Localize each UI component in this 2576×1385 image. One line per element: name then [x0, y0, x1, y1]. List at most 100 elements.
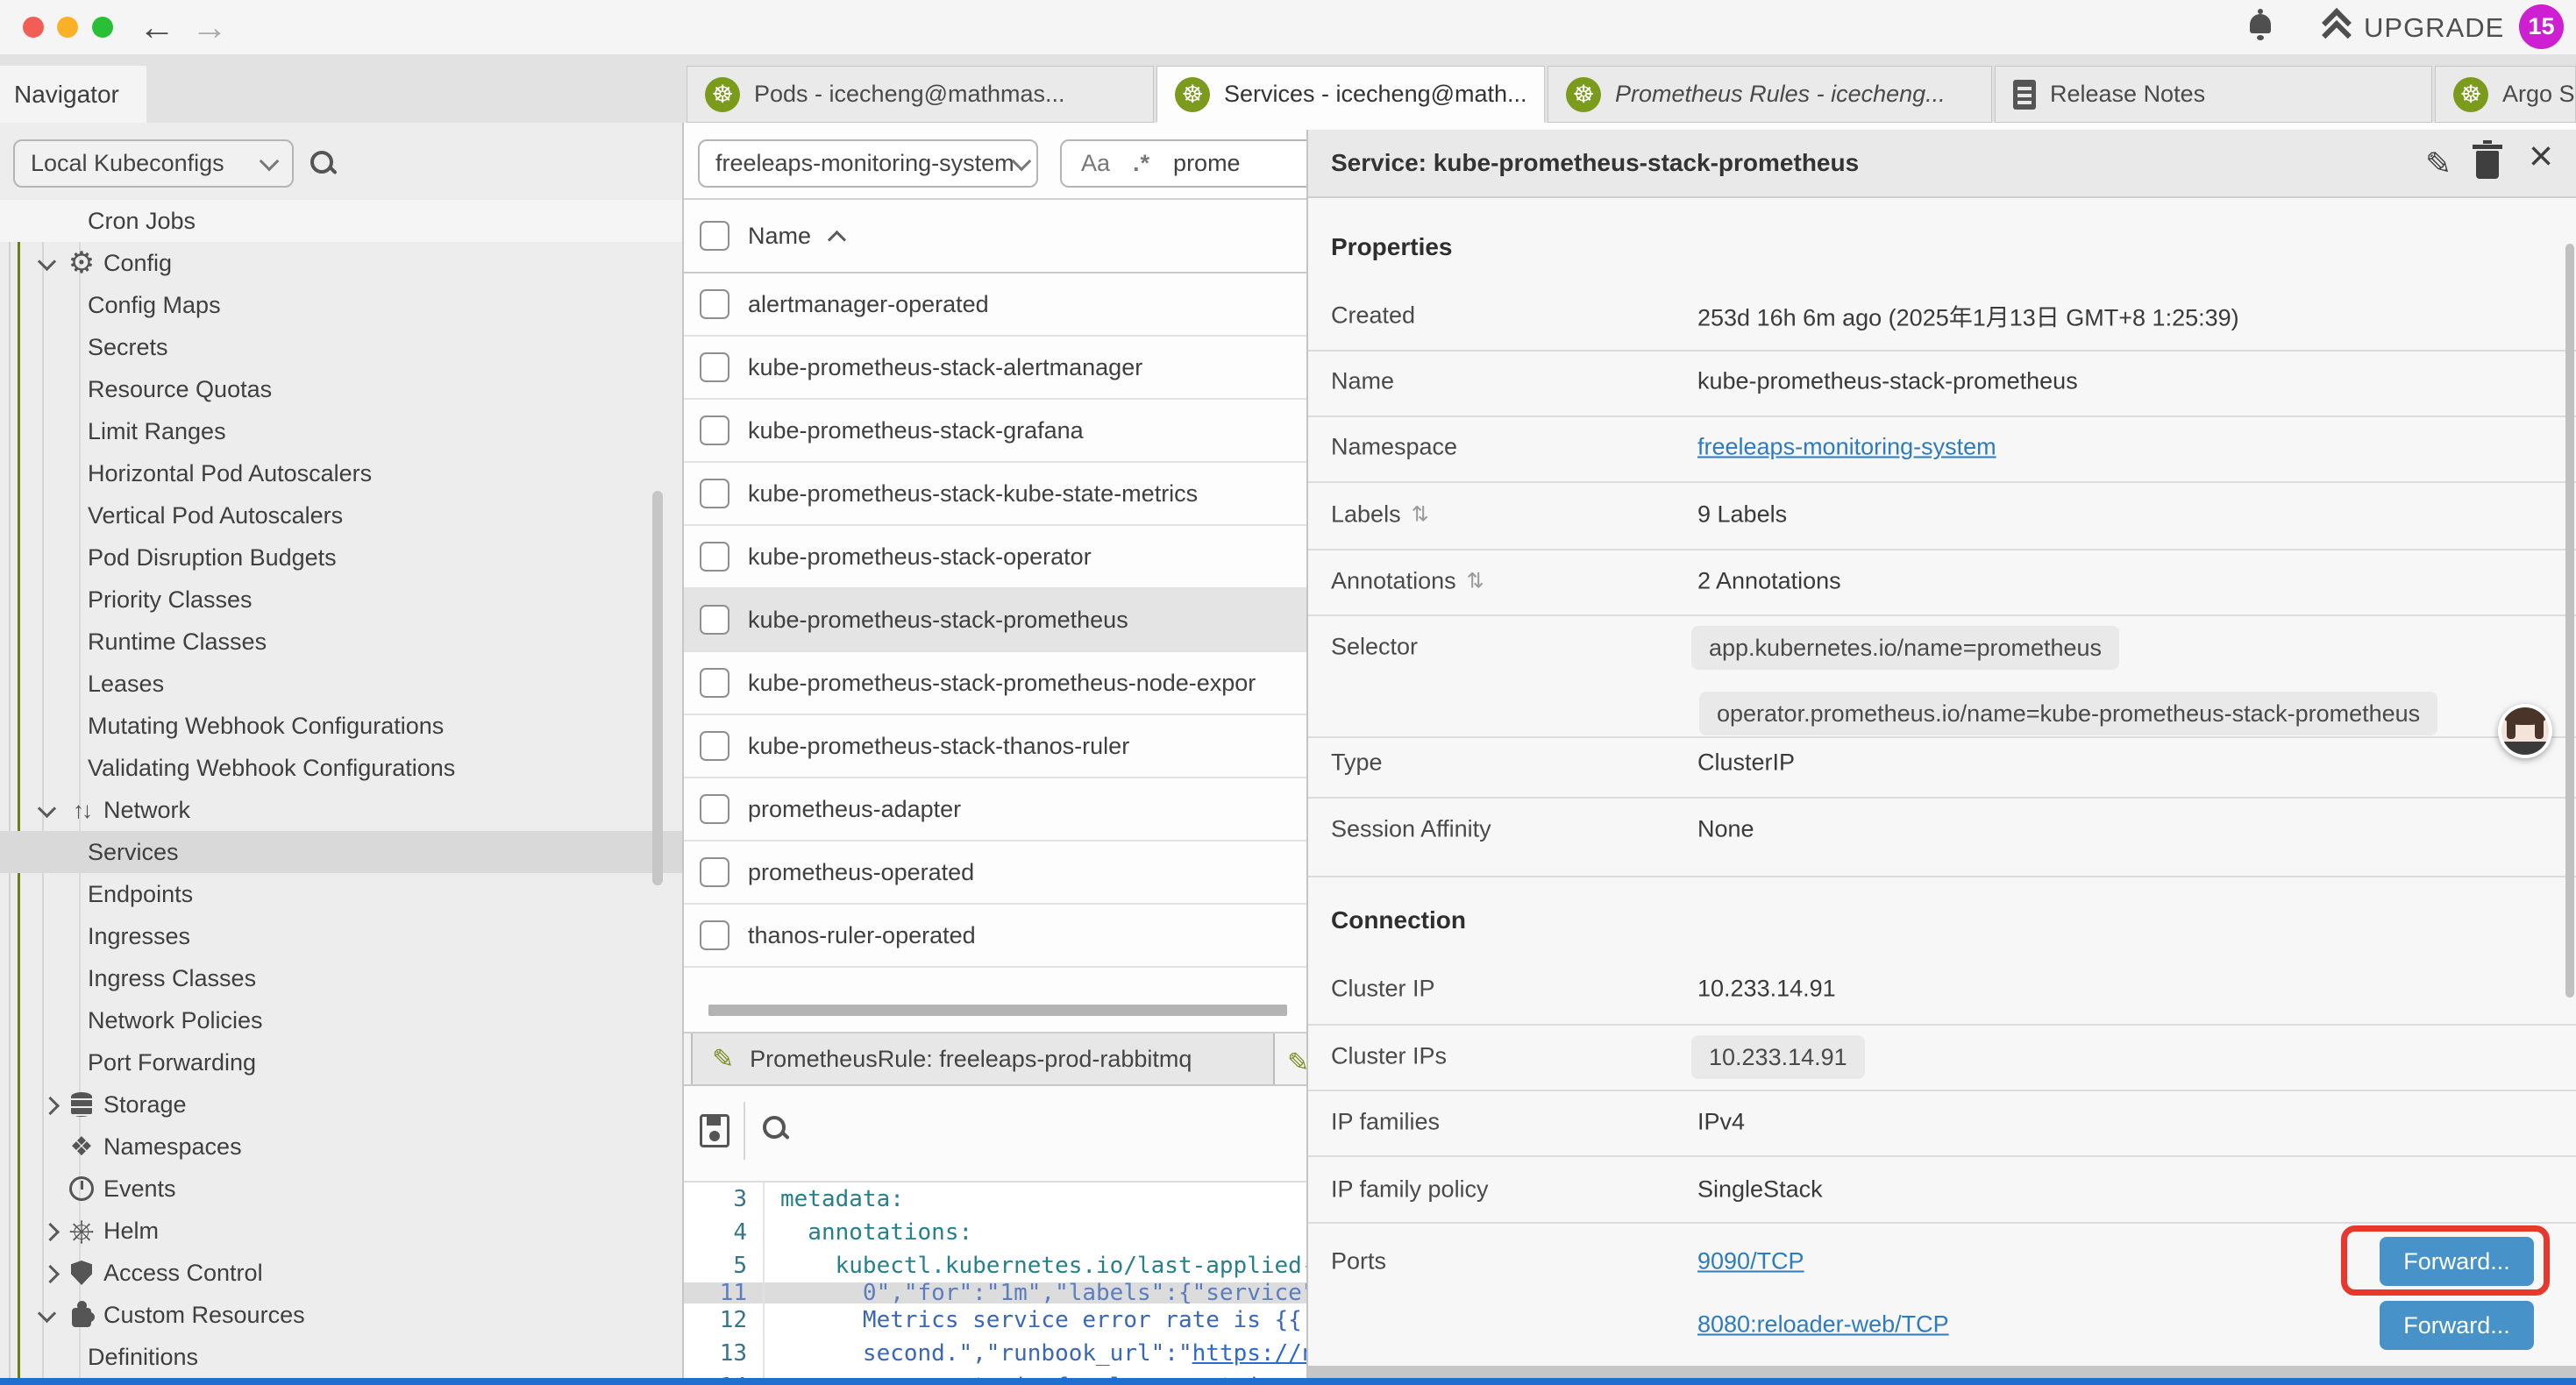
- sidebar-item[interactable]: Namespaces: [0, 1126, 684, 1168]
- sidebar-item[interactable]: Definitions: [0, 1336, 684, 1378]
- sidebar-item[interactable]: Mutating Webhook Configurations: [0, 705, 684, 747]
- filter-input[interactable]: Aa .* prome: [1060, 139, 1306, 188]
- service-row[interactable]: kube-prometheus-stack-operator: [684, 526, 1306, 589]
- editor-tab[interactable]: ✎ PrometheusRule: freeleaps-prod-rabbitm…: [691, 1033, 1275, 1084]
- sidebar-item[interactable]: Port Forwarding: [0, 1041, 684, 1083]
- sidebar-item[interactable]: Access Control: [0, 1252, 684, 1294]
- sidebar-item[interactable]: Limit Ranges: [0, 410, 684, 452]
- row-checkbox[interactable]: [700, 605, 729, 635]
- editor-search-icon[interactable]: [761, 1114, 791, 1144]
- regex-toggle[interactable]: .*: [1133, 150, 1150, 177]
- runbook-url-link[interactable]: https://net: [1192, 1340, 1306, 1367]
- service-row[interactable]: prometheus-adapter: [684, 778, 1306, 842]
- chevron-icon[interactable]: [41, 1223, 60, 1241]
- tab-label: Pods - icecheng@mathmas...: [754, 81, 1065, 108]
- list-horizontal-scrollbar[interactable]: [708, 1005, 1287, 1016]
- service-row[interactable]: prometheus-operated: [684, 842, 1306, 905]
- row-checkbox[interactable]: [700, 416, 729, 445]
- port-link[interactable]: 9090/TCP: [1697, 1248, 1804, 1275]
- row-checkbox[interactable]: [700, 857, 729, 887]
- app-tab[interactable]: ☸ Services - icecheng@math... ×: [1156, 66, 1545, 123]
- sidebar-item[interactable]: Resource Quotas: [0, 368, 684, 410]
- service-row[interactable]: thanos-ruler-operated: [684, 905, 1306, 968]
- select-all-checkbox[interactable]: [700, 221, 729, 251]
- sidebar-item[interactable]: Leases: [0, 663, 684, 705]
- maximize-window-button[interactable]: [92, 17, 113, 38]
- navigator-panel-tab[interactable]: Navigator: [0, 66, 146, 123]
- sidebar-item[interactable]: Priority Classes: [0, 579, 684, 621]
- forward-port-button[interactable]: Forward...: [2380, 1301, 2534, 1350]
- expand-sort-icon[interactable]: ⇅: [1412, 502, 1429, 528]
- notifications-bell-icon[interactable]: [2250, 14, 2271, 33]
- service-row[interactable]: kube-prometheus-stack-alertmanager: [684, 337, 1306, 400]
- sidebar-item[interactable]: Helm: [0, 1210, 684, 1252]
- chevron-icon[interactable]: [38, 799, 56, 818]
- service-row[interactable]: kube-prometheus-stack-thanos-ruler: [684, 715, 1306, 778]
- app-tab[interactable]: ☸ Pods - icecheng@mathmas...: [687, 66, 1154, 123]
- sort-ascending-icon[interactable]: [828, 230, 846, 248]
- row-checkbox[interactable]: [700, 352, 729, 382]
- app-tab[interactable]: ☸ Prometheus Rules - icecheng...: [1548, 66, 1992, 123]
- back-arrow-icon[interactable]: ←: [139, 2, 175, 53]
- forward-arrow-icon[interactable]: →: [191, 2, 228, 53]
- row-checkbox[interactable]: [700, 289, 729, 319]
- yaml-editor[interactable]: 3 metadata: 4 annotations: 5 kubectl.kub…: [684, 1183, 1306, 1385]
- service-row[interactable]: alertmanager-operated: [684, 273, 1306, 337]
- sidebar-item[interactable]: Network Policies: [0, 999, 684, 1041]
- sidebar-item[interactable]: Horizontal Pod Autoscalers: [0, 452, 684, 494]
- sidebar-item[interactable]: Runtime Classes: [0, 621, 684, 663]
- close-window-button[interactable]: [23, 17, 44, 38]
- app-tab[interactable]: ☸ Release Notes: [1995, 66, 2432, 123]
- row-checkbox[interactable]: [700, 668, 729, 698]
- name-column-header[interactable]: Name: [748, 223, 811, 250]
- row-checkbox[interactable]: [700, 542, 729, 572]
- delete-trash-icon[interactable]: [2476, 151, 2499, 179]
- namespace-dropdown[interactable]: freeleaps-monitoring-system: [698, 139, 1038, 188]
- sidebar-item[interactable]: Ingresses: [0, 915, 684, 957]
- edit-pencil-icon[interactable]: ✎: [2425, 147, 2451, 181]
- sidebar-item[interactable]: Storage: [0, 1083, 684, 1126]
- row-checkbox[interactable]: [700, 479, 729, 508]
- sidebar-item[interactable]: Network: [0, 789, 684, 831]
- sidebar-item[interactable]: Cron Jobs: [0, 200, 684, 242]
- expand-sort-icon[interactable]: ⇅: [1467, 569, 1484, 594]
- chevron-icon[interactable]: [38, 252, 56, 271]
- close-panel-icon[interactable]: ×: [2529, 140, 2553, 174]
- sidebar-item[interactable]: Custom Resources: [0, 1294, 684, 1336]
- chevron-icon[interactable]: [38, 1304, 56, 1323]
- save-icon[interactable]: [700, 1114, 729, 1147]
- sidebar-item[interactable]: Pod Disruption Budgets: [0, 536, 684, 579]
- kubeconfig-dropdown[interactable]: Local Kubeconfigs: [13, 139, 294, 188]
- sidebar-item[interactable]: Secrets: [0, 326, 684, 368]
- sidebar-item[interactable]: Endpoints: [0, 873, 684, 915]
- service-row[interactable]: kube-prometheus-stack-prometheus: [684, 589, 1306, 652]
- service-row[interactable]: kube-prometheus-stack-grafana: [684, 400, 1306, 463]
- sidebar-item[interactable]: Config: [0, 242, 684, 284]
- chevron-icon[interactable]: [41, 1265, 60, 1283]
- sidebar-item[interactable]: Ingress Classes: [0, 957, 684, 999]
- sidebar-item[interactable]: Services: [0, 831, 684, 873]
- filter-query-text[interactable]: prome: [1173, 150, 1241, 177]
- row-checkbox[interactable]: [700, 731, 729, 761]
- service-row[interactable]: kube-prometheus-stack-prometheus-node-ex…: [684, 652, 1306, 715]
- namespace-link[interactable]: freeleaps-monitoring-system: [1697, 434, 1996, 461]
- sidebar-item[interactable]: Validating Webhook Configurations: [0, 747, 684, 789]
- port-link[interactable]: 8080:reloader-web/TCP: [1697, 1311, 1949, 1339]
- upgrade-icon[interactable]: [2322, 11, 2348, 40]
- row-checkbox[interactable]: [700, 794, 729, 824]
- service-row[interactable]: kube-prometheus-stack-kube-state-metrics: [684, 463, 1306, 526]
- sidebar-item[interactable]: Vertical Pod Autoscalers: [0, 494, 684, 536]
- upgrade-button[interactable]: UPGRADE: [2364, 12, 2504, 44]
- app-tab[interactable]: ☸ Argo Se: [2435, 66, 2576, 123]
- sidebar-item[interactable]: Config Maps: [0, 284, 684, 326]
- sidebar-search-icon[interactable]: [309, 149, 338, 179]
- update-count-badge[interactable]: 15: [2519, 4, 2564, 49]
- match-case-toggle[interactable]: Aa: [1081, 150, 1110, 177]
- row-checkbox[interactable]: [700, 920, 729, 950]
- chevron-icon[interactable]: [41, 1097, 60, 1115]
- sidebar-scrollbar[interactable]: [652, 491, 663, 885]
- minimize-window-button[interactable]: [57, 17, 78, 38]
- sidebar-item[interactable]: Events: [0, 1168, 684, 1210]
- panel-scrollbar[interactable]: [2565, 244, 2574, 998]
- avatar[interactable]: [2498, 704, 2552, 758]
